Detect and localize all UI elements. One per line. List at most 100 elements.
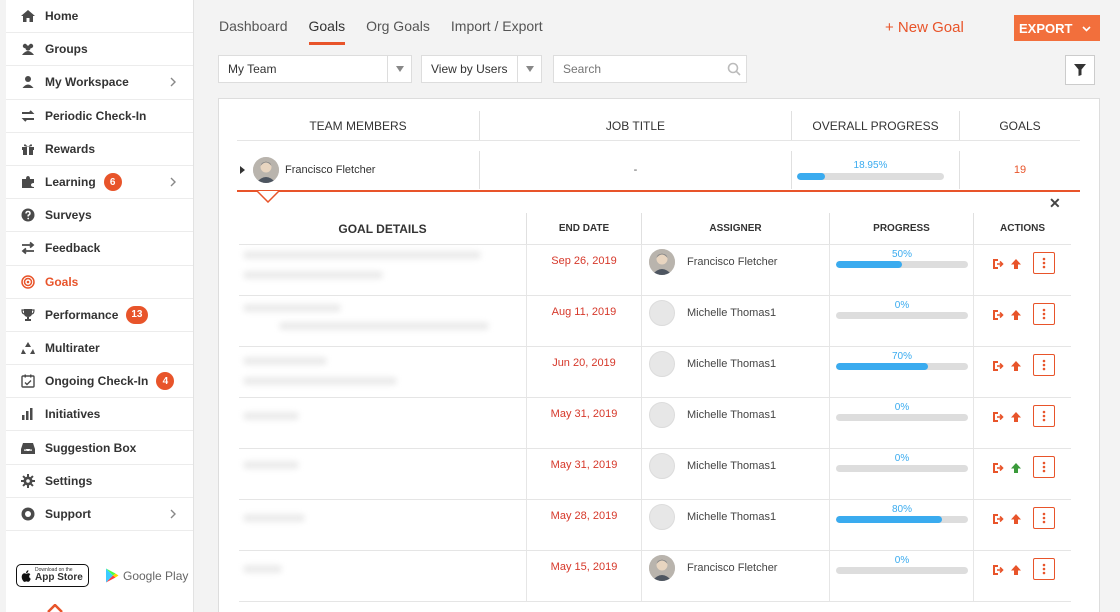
tab-goals[interactable]: Goals bbox=[308, 18, 346, 45]
team-member-row[interactable]: Francisco Fletcher - 18.95% 19 bbox=[237, 151, 1080, 189]
end-date: May 15, 2019 bbox=[527, 551, 642, 601]
sidebar-item-surveys[interactable]: Surveys bbox=[6, 199, 193, 233]
arrow-up-icon[interactable] bbox=[1009, 257, 1023, 271]
expanded-divider bbox=[237, 190, 1080, 192]
tab-bar: Dashboard Goals Org Goals Import / Export bbox=[219, 18, 543, 45]
sidebar-item-label: Multirater bbox=[45, 340, 100, 355]
sidebar-item-suggestion-box[interactable]: Suggestion Box bbox=[6, 431, 193, 465]
more-options-button[interactable] bbox=[1032, 252, 1055, 274]
more-options-button[interactable] bbox=[1032, 456, 1055, 478]
table-row[interactable]: Jun 20, 2019 Michelle Thomas1 70% bbox=[239, 347, 1071, 398]
more-options-button[interactable] bbox=[1032, 354, 1055, 376]
more-options-button[interactable] bbox=[1032, 405, 1055, 427]
arrow-up-icon[interactable] bbox=[1009, 461, 1023, 475]
redacted-goal-text bbox=[279, 322, 489, 330]
caret-down-icon bbox=[395, 66, 404, 72]
table-row[interactable]: May 31, 2019 Michelle Thomas1 0% bbox=[239, 398, 1071, 449]
sidebar-item-label: Surveys bbox=[45, 208, 92, 223]
more-options-button[interactable] bbox=[1032, 507, 1055, 529]
assigner-cell: Michelle Thomas1 bbox=[642, 347, 830, 397]
tab-org-goals[interactable]: Org Goals bbox=[366, 18, 430, 45]
goal-detail-cell[interactable] bbox=[239, 245, 527, 295]
arrow-up-icon[interactable] bbox=[1009, 308, 1023, 322]
export-dropdown-toggle[interactable] bbox=[1072, 15, 1100, 41]
sidebar-item-settings[interactable]: Settings bbox=[6, 465, 193, 498]
close-icon[interactable]: ✕ bbox=[1049, 195, 1061, 212]
view-select-value: View by Users bbox=[431, 62, 508, 76]
sidebar-item-my-workspace[interactable]: My Workspace bbox=[6, 66, 193, 100]
sidebar-item-label: Learning bbox=[45, 175, 96, 190]
goals-count[interactable]: 19 bbox=[960, 151, 1080, 189]
sidebar-item-multirater[interactable]: Multirater bbox=[6, 332, 193, 366]
sidebar-item-rewards[interactable]: Rewards bbox=[6, 133, 193, 166]
search-icon[interactable] bbox=[727, 62, 741, 76]
sidebar-item-label: Periodic Check-In bbox=[45, 108, 147, 123]
redacted-goal-text bbox=[243, 514, 305, 522]
google-play-badge[interactable]: Google Play bbox=[105, 568, 188, 583]
export-button[interactable]: EXPORT bbox=[1014, 15, 1100, 41]
goal-detail-cell[interactable] bbox=[239, 551, 527, 601]
tab-import-export[interactable]: Import / Export bbox=[451, 18, 543, 45]
sidebar-item-periodic-check-in[interactable]: Periodic Check-In bbox=[6, 100, 193, 133]
team-member-name[interactable]: Francisco Fletcher bbox=[285, 164, 375, 176]
more-options-button[interactable] bbox=[1032, 303, 1055, 325]
sign-out-icon[interactable] bbox=[991, 308, 1005, 322]
actions-cell bbox=[974, 398, 1071, 448]
notification-badge: 13 bbox=[126, 305, 148, 324]
tab-dashboard[interactable]: Dashboard bbox=[219, 18, 288, 45]
more-options-button[interactable] bbox=[1032, 558, 1055, 580]
sign-out-icon[interactable] bbox=[991, 563, 1005, 577]
sidebar-item-groups[interactable]: Groups bbox=[6, 33, 193, 67]
goal-detail-cell[interactable] bbox=[239, 449, 527, 499]
assigner-cell: Francisco Fletcher bbox=[642, 551, 830, 601]
table-row[interactable]: May 28, 2019 Michelle Thomas1 80% bbox=[239, 500, 1071, 551]
end-date: Sep 26, 2019 bbox=[527, 245, 642, 295]
team-select-value: My Team bbox=[228, 62, 277, 76]
assigner-cell: Michelle Thomas1 bbox=[642, 500, 830, 550]
sidebar-item-goals[interactable]: Goals bbox=[6, 266, 193, 299]
goal-progress-fill bbox=[836, 261, 902, 268]
sidebar-item-ongoing-check-in[interactable]: Ongoing Check-In 4 bbox=[6, 365, 193, 399]
actions-cell bbox=[974, 500, 1071, 550]
sidebar-item-support[interactable]: Support bbox=[6, 498, 193, 531]
sign-out-icon[interactable] bbox=[991, 410, 1005, 424]
sidebar-item-label: My Workspace bbox=[45, 75, 129, 90]
actions-cell bbox=[974, 551, 1071, 601]
sign-out-icon[interactable] bbox=[991, 257, 1005, 271]
table-row[interactable]: Sep 26, 2019 Francisco Fletcher 50% bbox=[239, 245, 1071, 296]
sidebar-item-feedback[interactable]: Feedback bbox=[6, 232, 193, 266]
arrow-up-icon[interactable] bbox=[1009, 359, 1023, 373]
table-row[interactable]: Aug 11, 2019 Michelle Thomas1 0% bbox=[239, 296, 1071, 347]
new-goal-button[interactable]: + New Goal bbox=[885, 19, 964, 36]
header-assigner: ASSIGNER bbox=[642, 213, 830, 244]
arrow-up-icon[interactable] bbox=[1009, 563, 1023, 577]
avatar-placeholder bbox=[649, 453, 675, 479]
view-select[interactable]: View by Users bbox=[421, 55, 542, 83]
app-store-badge[interactable]: Download on the App Store bbox=[16, 564, 89, 587]
goal-progress-label: 0% bbox=[894, 453, 910, 464]
search-input[interactable] bbox=[554, 56, 714, 82]
goal-detail-cell[interactable] bbox=[239, 398, 527, 448]
redacted-goal-text bbox=[243, 271, 383, 279]
sign-out-icon[interactable] bbox=[991, 359, 1005, 373]
sidebar-item-home[interactable]: Home bbox=[6, 0, 193, 34]
sidebar-item-initiatives[interactable]: Initiatives bbox=[6, 398, 193, 432]
arrows-icon bbox=[20, 240, 36, 256]
filter-button[interactable] bbox=[1065, 55, 1095, 85]
sidebar-nav: Home Groups My Workspace Periodic Check-In R… bbox=[6, 0, 193, 531]
sign-out-icon[interactable] bbox=[991, 461, 1005, 475]
assigner-name: Michelle Thomas1 bbox=[687, 307, 777, 319]
team-select[interactable]: My Team bbox=[218, 55, 412, 83]
goal-detail-cell[interactable] bbox=[239, 296, 527, 346]
arrow-up-icon[interactable] bbox=[1009, 410, 1023, 424]
sidebar-item-performance[interactable]: Performance 13 bbox=[6, 299, 193, 332]
sidebar-item-learning[interactable]: Learning 6 bbox=[6, 166, 193, 200]
sign-out-icon[interactable] bbox=[991, 512, 1005, 526]
expand-caret-icon[interactable] bbox=[240, 166, 245, 174]
goal-detail-cell[interactable] bbox=[239, 347, 527, 397]
arrow-up-icon[interactable] bbox=[1009, 512, 1023, 526]
goal-detail-cell[interactable] bbox=[239, 500, 527, 550]
assigner-name: Michelle Thomas1 bbox=[687, 358, 777, 370]
table-row[interactable]: May 15, 2019 Francisco Fletcher 0% bbox=[239, 551, 1071, 602]
table-row[interactable]: May 31, 2019 Michelle Thomas1 0% bbox=[239, 449, 1071, 500]
